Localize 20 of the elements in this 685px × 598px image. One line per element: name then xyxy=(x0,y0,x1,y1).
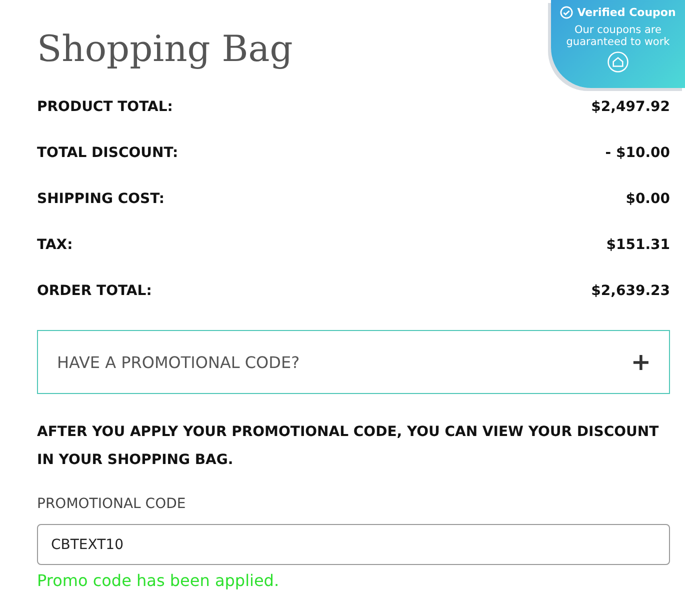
summary-label: PRODUCT TOTAL: xyxy=(37,99,173,115)
summary-value: $0.00 xyxy=(626,191,670,207)
promo-note: AFTER YOU APPLY YOUR PROMOTIONAL CODE, YOU CAN VIEW YOUR DISCOUNT IN YOUR SHOPPING BAG. xyxy=(37,423,660,470)
summary-label: TOTAL DISCOUNT: xyxy=(37,145,178,161)
summary-value: $2,639.23 xyxy=(591,283,670,299)
check-icon xyxy=(560,6,574,19)
promo-code-toggle[interactable]: HAVE A PROMOTIONAL CODE? + xyxy=(37,330,670,394)
field-label: PROMOTIONAL CODE xyxy=(37,496,187,512)
badge-title: Verified Coupon xyxy=(577,6,676,19)
page-title: Shopping Bag xyxy=(37,28,293,72)
summary-value: $2,497.92 xyxy=(591,99,670,115)
success-message: Promo code has been applied. xyxy=(37,571,280,590)
summary-label: ORDER TOTAL: xyxy=(37,283,152,299)
summary-label: TAX: xyxy=(37,237,73,253)
summary-value: $151.31 xyxy=(606,237,670,253)
summary-value: - $10.00 xyxy=(605,145,670,161)
summary-label: SHIPPING COST: xyxy=(37,191,164,207)
house-icon xyxy=(607,51,629,73)
promo-code-field[interactable]: CBTEXT10 xyxy=(37,524,670,565)
badge-text: Our coupons are guaranteed to work xyxy=(565,24,671,48)
